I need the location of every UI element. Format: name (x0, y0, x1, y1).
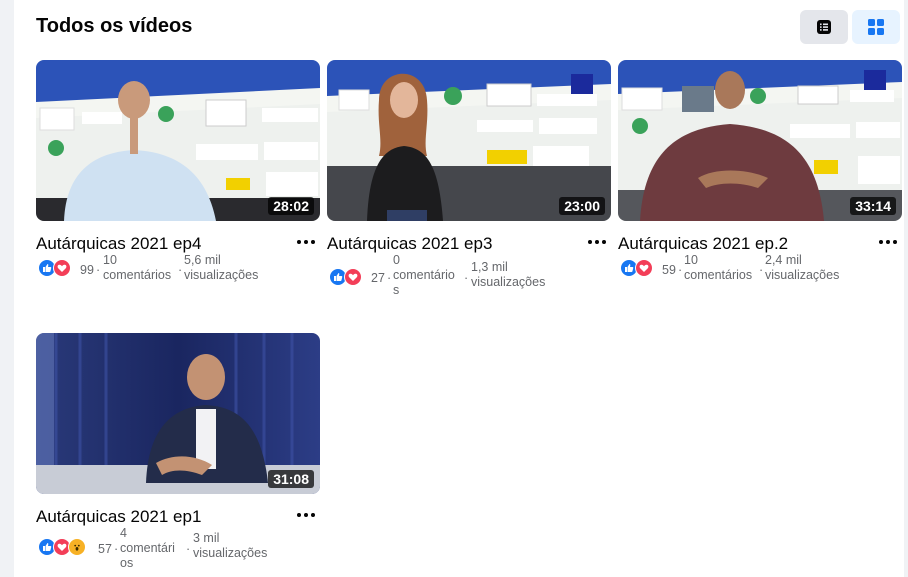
video-title[interactable]: Autárquicas 2021 ep3 (327, 233, 611, 255)
page-title: Todos os vídeos (36, 15, 193, 37)
love-icon (53, 259, 71, 277)
video-card: 33:14 Autárquicas 2021 ep.2 59 · 10 come… (618, 60, 902, 305)
more-options-button[interactable] (585, 231, 609, 253)
reaction-icons[interactable] (329, 268, 362, 286)
video-duration: 31:08 (268, 470, 314, 488)
list-view-button[interactable] (800, 10, 848, 44)
video-duration: 28:02 (268, 197, 314, 215)
video-card: 31:08 Autárquicas 2021 ep1 57 · 4 coment… (36, 333, 320, 577)
grid-view-icon (868, 19, 884, 35)
comments-count[interactable]: 10 comentários (684, 253, 752, 283)
love-icon (635, 259, 653, 277)
views-count: 3 mil visualizações (193, 531, 268, 560)
video-title[interactable]: Autárquicas 2021 ep4 (36, 233, 320, 255)
video-thumbnail[interactable]: 31:08 (36, 333, 320, 494)
wow-icon (68, 538, 86, 556)
video-thumbnail[interactable]: 33:14 (618, 60, 902, 221)
love-icon (344, 268, 362, 286)
video-title[interactable]: Autárquicas 2021 ep.2 (618, 233, 902, 255)
video-stats: 99 · 10 comentários · 5,6 mil visualizaç… (36, 253, 320, 305)
view-toggle (800, 10, 900, 44)
video-duration: 23:00 (559, 197, 605, 215)
scrollbar-track[interactable] (904, 0, 908, 577)
video-thumbnail[interactable]: 28:02 (36, 60, 320, 221)
reaction-count: 99 (80, 263, 94, 277)
reaction-icons[interactable] (620, 259, 653, 277)
more-options-button[interactable] (294, 231, 318, 253)
video-stats: 27 · 0 comentário s · 1,3 mil visualizaç… (327, 253, 611, 305)
left-rail (0, 0, 14, 577)
more-options-button[interactable] (294, 504, 318, 526)
reaction-count: 59 (662, 263, 676, 277)
list-view-icon (817, 20, 831, 34)
views-count: 5,6 mil visualizações (184, 253, 259, 282)
comments-count[interactable]: 4 comentári os (120, 526, 175, 571)
video-card: 23:00 Autárquicas 2021 ep3 27 · 0 coment… (327, 60, 611, 305)
video-card: 28:02 Autárquicas 2021 ep4 99 · 10 comen… (36, 60, 320, 305)
comments-count[interactable]: 10 comentários (103, 253, 171, 283)
more-options-icon (588, 240, 606, 244)
video-stats: 59 · 10 comentários · 2,4 mil visualizaç… (618, 253, 902, 305)
reaction-count: 57 (98, 542, 112, 556)
video-title[interactable]: Autárquicas 2021 ep1 (36, 506, 320, 528)
video-stats: 57 · 4 comentári os · 3 mil visualizaçõe… (36, 526, 320, 577)
more-options-button[interactable] (876, 231, 900, 253)
more-options-icon (297, 240, 315, 244)
section-header: Todos os vídeos (36, 10, 902, 44)
views-count: 1,3 mil visualizações (471, 260, 546, 289)
video-thumbnail[interactable]: 23:00 (327, 60, 611, 221)
views-count: 2,4 mil visualizações (765, 253, 840, 282)
reaction-icons[interactable] (38, 259, 71, 277)
more-options-icon (879, 240, 897, 244)
reaction-icons[interactable] (38, 538, 86, 556)
grid-view-button[interactable] (852, 10, 900, 44)
reaction-count: 27 (371, 271, 385, 285)
more-options-icon (297, 513, 315, 517)
comments-count[interactable]: 0 comentário s (393, 253, 455, 298)
video-duration: 33:14 (850, 197, 896, 215)
